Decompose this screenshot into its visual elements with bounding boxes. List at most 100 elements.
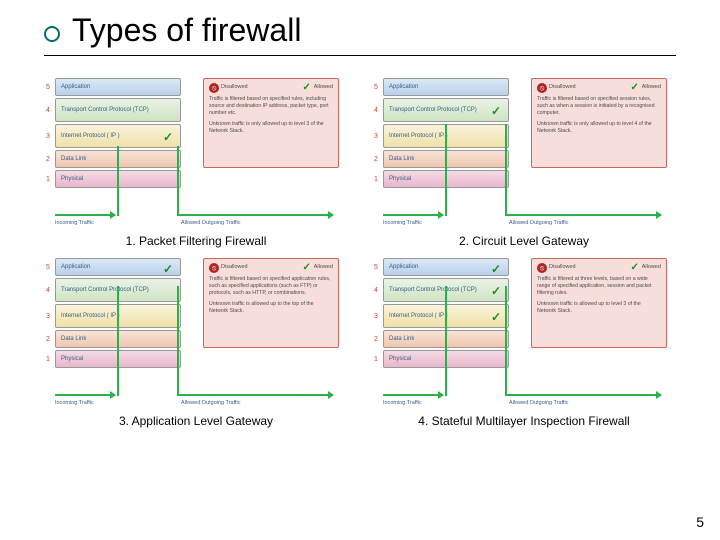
layer-label: Physical <box>384 176 411 182</box>
status-allowed: ✓ Allowed <box>630 83 661 93</box>
diagram: 5 Application 4 Transport Control Protoc… <box>51 76 341 226</box>
figure-2: 5 Application 4 Transport Control Protoc… <box>372 76 676 248</box>
layer-l5: 5 Application <box>383 78 509 96</box>
layer-number: 3 <box>374 313 378 320</box>
outgoing-arrow-icon <box>179 394 333 396</box>
outgoing-arrow-icon <box>507 214 661 216</box>
disallowed-icon: ⦸ <box>209 83 219 93</box>
outgoing-arrow-icon <box>507 394 661 396</box>
status-allowed: ✓ Allowed <box>302 83 333 93</box>
callout-body-2: Unknown traffic is allowed up to level 3… <box>537 301 661 315</box>
down-arrow-icon <box>177 286 179 396</box>
layer-number: 4 <box>46 107 50 114</box>
allowed-icon: ✓ <box>302 83 312 93</box>
down-arrow-icon <box>505 286 507 396</box>
layer-label: Physical <box>384 356 411 362</box>
status-disallowed: ⦸ Disallowed <box>209 83 248 93</box>
layer-number: 5 <box>374 264 378 271</box>
incoming-arrow-icon <box>55 214 115 216</box>
layer-number: 4 <box>374 107 378 114</box>
checkmark-icon: ✓ <box>163 130 177 144</box>
layer-number: 1 <box>46 356 50 363</box>
up-arrow-icon <box>117 286 119 396</box>
callout-box: ⦸ Disallowed ✓ Allowed Traffic is filter… <box>531 258 667 348</box>
layer-number: 3 <box>374 133 378 140</box>
disallowed-icon: ⦸ <box>537 83 547 93</box>
outgoing-traffic-label: Allowed Outgoing Traffic <box>181 400 241 406</box>
callout-box: ⦸ Disallowed ✓ Allowed Traffic is filter… <box>203 78 339 168</box>
allowed-icon: ✓ <box>302 263 312 273</box>
layer-label: Transport Control Protocol (TCP) <box>384 107 477 113</box>
figure-3: 5 Application 4 Transport Control Protoc… <box>44 256 348 428</box>
incoming-traffic-label: Incoming Traffic <box>55 220 94 226</box>
callout-body-2: Unknown traffic is allowed up to the top… <box>209 301 333 315</box>
outgoing-traffic-label: Allowed Outgoing Traffic <box>509 220 569 226</box>
layer-number: 1 <box>374 176 378 183</box>
layer-number: 1 <box>46 176 50 183</box>
outgoing-traffic-label: Allowed Outgoing Traffic <box>181 220 241 226</box>
status-allowed: ✓ Allowed <box>302 263 333 273</box>
layer-number: 4 <box>374 287 378 294</box>
incoming-traffic-label: Incoming Traffic <box>383 220 422 226</box>
layer-l5: 5 Application <box>55 78 181 96</box>
layer-label: Internet Protocol ( IP ) <box>56 133 120 139</box>
status-disallowed: ⦸ Disallowed <box>537 263 576 273</box>
down-arrow-icon <box>505 124 507 216</box>
layer-label: Data Link <box>384 336 414 342</box>
layer-number: 5 <box>46 264 50 271</box>
layer-number: 2 <box>46 156 50 163</box>
status-disallowed: ⦸ Disallowed <box>209 263 248 273</box>
callout-body-1: Traffic is filtered at three levels, bas… <box>537 276 661 297</box>
callout-body-2: Unknown traffic is only allowed up to le… <box>537 121 661 135</box>
layer-number: 2 <box>374 156 378 163</box>
figure-caption: 2. Circuit Level Gateway <box>459 234 589 248</box>
figure-caption: 1. Packet Filtering Firewall <box>126 234 267 248</box>
layer-number: 3 <box>46 133 50 140</box>
callout-box: ⦸ Disallowed ✓ Allowed Traffic is filter… <box>531 78 667 168</box>
slide-number: 5 <box>696 514 704 530</box>
layer-number: 5 <box>46 84 50 91</box>
figure-grid: 5 Application 4 Transport Control Protoc… <box>44 76 676 428</box>
callout-box: ⦸ Disallowed ✓ Allowed Traffic is filter… <box>203 258 339 348</box>
up-arrow-icon <box>117 146 119 216</box>
up-arrow-icon <box>445 124 447 216</box>
incoming-traffic-label: Incoming Traffic <box>55 400 94 406</box>
figure-4: 5 Application 4 Transport Control Protoc… <box>372 256 676 428</box>
layer-number: 4 <box>46 287 50 294</box>
layer-label: Physical <box>56 176 83 182</box>
disallowed-icon: ⦸ <box>209 263 219 273</box>
layer-label: Data Link <box>384 156 414 162</box>
page-title: Types of firewall <box>44 12 676 56</box>
callout-body-1: Traffic is filtered based on specified s… <box>537 96 661 117</box>
layer-label: Application <box>56 264 90 270</box>
figure-1: 5 Application 4 Transport Control Protoc… <box>44 76 348 248</box>
checkmark-icon: ✓ <box>491 310 505 324</box>
layer-number: 3 <box>46 313 50 320</box>
figure-caption: 4. Stateful Multilayer Inspection Firewa… <box>418 414 629 428</box>
title-bullet-icon <box>44 26 60 42</box>
disallowed-icon: ⦸ <box>537 263 547 273</box>
callout-body-2: Unknown traffic is only allowed up to le… <box>209 121 333 135</box>
layer-label: Internet Protocol ( IP ) <box>384 133 448 139</box>
allowed-icon: ✓ <box>630 263 640 273</box>
checkmark-icon: ✓ <box>491 284 505 298</box>
outgoing-traffic-label: Allowed Outgoing Traffic <box>509 400 569 406</box>
allowed-icon: ✓ <box>630 83 640 93</box>
layer-number: 5 <box>374 84 378 91</box>
down-arrow-icon <box>177 146 179 216</box>
outgoing-arrow-icon <box>179 214 333 216</box>
layer-label: Transport Control Protocol (TCP) <box>384 287 477 293</box>
checkmark-icon: ✓ <box>491 262 505 276</box>
layer-label: Transport Control Protocol (TCP) <box>56 287 149 293</box>
layer-label: Application <box>384 84 418 90</box>
layer-l4: 4 Transport Control Protocol (TCP) <box>55 98 181 122</box>
layer-label: Internet Protocol ( IP ) <box>56 313 120 319</box>
incoming-arrow-icon <box>383 214 443 216</box>
status-allowed: ✓ Allowed <box>630 263 661 273</box>
layer-label: Physical <box>56 356 83 362</box>
layer-label: Application <box>56 84 90 90</box>
incoming-arrow-icon <box>55 394 115 396</box>
layer-number: 2 <box>374 336 378 343</box>
checkmark-icon: ✓ <box>163 262 177 276</box>
diagram: 5 Application 4 Transport Control Protoc… <box>379 76 669 226</box>
